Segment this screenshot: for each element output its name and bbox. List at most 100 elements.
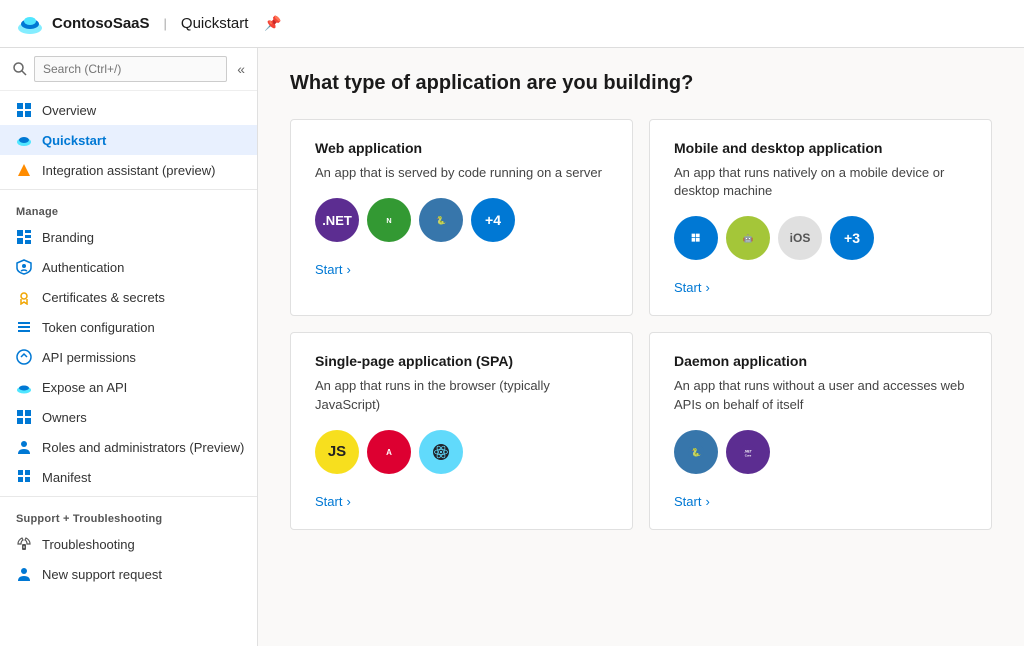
card-daemon-desc: An app that runs without a user and acce… [674, 377, 967, 413]
roles-icon [16, 439, 32, 455]
dotnet-icon: .NET [315, 198, 359, 242]
integration-label: Integration assistant (preview) [42, 163, 215, 178]
card-spa-start[interactable]: Start › [315, 494, 608, 509]
card-mobile-app: Mobile and desktop application An app th… [649, 119, 992, 316]
sidebar-item-branding[interactable]: Branding [0, 222, 257, 252]
owners-label: Owners [42, 410, 87, 425]
plus3-icon: +3 [830, 216, 874, 260]
svg-text:🐍: 🐍 [691, 447, 701, 457]
svg-text:🤖: 🤖 [743, 233, 753, 243]
sidebar-item-overview[interactable]: Overview [0, 95, 257, 125]
top-bar: ContosoSaaS | Quickstart 📌 [0, 0, 1024, 48]
sidebar-nav: Overview Quickstart Integration assistan… [0, 91, 257, 646]
certificates-label: Certificates & secrets [42, 290, 165, 305]
api-permissions-icon [16, 349, 32, 365]
sidebar-item-authentication[interactable]: Authentication [0, 252, 257, 282]
card-web-app-desc: An app that is served by code running on… [315, 164, 608, 182]
app-name: ContosoSaaS [52, 15, 150, 32]
sidebar-item-integration[interactable]: Integration assistant (preview) [0, 155, 257, 185]
netcore-icon: .NET Core [726, 430, 770, 474]
svg-text:A: A [386, 448, 392, 457]
search-input[interactable] [34, 56, 227, 82]
plus4-icon: +4 [471, 198, 515, 242]
card-web-app: Web application An app that is served by… [290, 119, 633, 316]
main-content: What type of application are you buildin… [258, 48, 1024, 646]
troubleshooting-label: Troubleshooting [42, 537, 135, 552]
card-mobile-app-title: Mobile and desktop application [674, 140, 967, 156]
card-spa-icons: JS A [315, 430, 608, 474]
js-icon: JS [315, 430, 359, 474]
azure-logo-icon [16, 10, 44, 38]
android-icon: 🤖 [726, 216, 770, 260]
start-arrow-icon4: › [705, 494, 709, 509]
card-mobile-app-icons: 🤖 iOS +3 [674, 216, 967, 260]
manifest-label: Manifest [42, 470, 91, 485]
overview-icon [16, 102, 32, 118]
logo-area: ContosoSaaS | Quickstart 📌 [16, 10, 282, 38]
api-permissions-label: API permissions [42, 350, 136, 365]
body-layout: « Overview Quickstart Integration as [0, 48, 1024, 646]
branding-label: Branding [42, 230, 94, 245]
integration-icon [16, 162, 32, 178]
manifest-icon [16, 469, 32, 485]
start-arrow-icon: › [346, 262, 350, 277]
search-icon [12, 61, 28, 77]
svg-text:N: N [386, 216, 391, 225]
card-mobile-app-desc: An app that runs natively on a mobile de… [674, 164, 967, 200]
windows-icon [674, 216, 718, 260]
card-daemon-start[interactable]: Start › [674, 494, 967, 509]
title-divider: | [164, 16, 167, 31]
nodejs-icon: N [367, 198, 411, 242]
sidebar-item-token[interactable]: Token configuration [0, 312, 257, 342]
start-arrow-icon2: › [705, 280, 709, 295]
sidebar-item-expose-api[interactable]: Expose an API [0, 372, 257, 402]
svg-text:🐍: 🐍 [436, 215, 446, 225]
main-title: What type of application are you buildin… [290, 72, 992, 95]
card-daemon-icons: 🐍 .NET Core [674, 430, 967, 474]
divider-support [0, 496, 257, 497]
sidebar-item-api-permissions[interactable]: API permissions [0, 342, 257, 372]
owners-icon [16, 409, 32, 425]
python-icon: 🐍 [419, 198, 463, 242]
sidebar-item-manifest[interactable]: Manifest [0, 462, 257, 492]
card-web-app-start[interactable]: Start › [315, 262, 608, 277]
sidebar: « Overview Quickstart Integration as [0, 48, 258, 646]
authentication-icon [16, 259, 32, 275]
roles-label: Roles and administrators (Preview) [42, 440, 244, 455]
start-arrow-icon3: › [346, 494, 350, 509]
card-spa: Single-page application (SPA) An app tha… [290, 332, 633, 529]
card-web-app-icons: .NET N 🐍 +4 [315, 198, 608, 242]
sidebar-item-troubleshooting[interactable]: Troubleshooting [0, 529, 257, 559]
expose-api-label: Expose an API [42, 380, 127, 395]
cards-grid: Web application An app that is served by… [290, 119, 992, 530]
page-name: Quickstart [181, 15, 249, 32]
card-daemon-title: Daemon application [674, 353, 967, 369]
svg-text:Core: Core [745, 453, 752, 457]
token-icon [16, 319, 32, 335]
sidebar-item-new-support[interactable]: New support request [0, 559, 257, 589]
new-support-label: New support request [42, 567, 162, 582]
sidebar-item-roles[interactable]: Roles and administrators (Preview) [0, 432, 257, 462]
overview-label: Overview [42, 103, 96, 118]
expose-api-icon [16, 379, 32, 395]
pin-icon[interactable]: 📌 [264, 15, 281, 32]
collapse-icon[interactable]: « [237, 61, 245, 77]
token-label: Token configuration [42, 320, 155, 335]
quickstart-label: Quickstart [42, 133, 106, 148]
pycore-icon: 🐍 [674, 430, 718, 474]
certificates-icon [16, 289, 32, 305]
card-daemon: Daemon application An app that runs with… [649, 332, 992, 529]
react-icon [419, 430, 463, 474]
card-mobile-app-start[interactable]: Start › [674, 280, 967, 295]
sidebar-item-owners[interactable]: Owners [0, 402, 257, 432]
ios-icon: iOS [778, 216, 822, 260]
svg-text:.NET: .NET [744, 449, 751, 453]
branding-icon [16, 229, 32, 245]
manage-section-label: Manage [0, 194, 257, 222]
card-web-app-title: Web application [315, 140, 608, 156]
angular-icon: A [367, 430, 411, 474]
sidebar-item-certificates[interactable]: Certificates & secrets [0, 282, 257, 312]
sidebar-item-quickstart[interactable]: Quickstart [0, 125, 257, 155]
support-section-label: Support + Troubleshooting [0, 501, 257, 529]
card-spa-title: Single-page application (SPA) [315, 353, 608, 369]
